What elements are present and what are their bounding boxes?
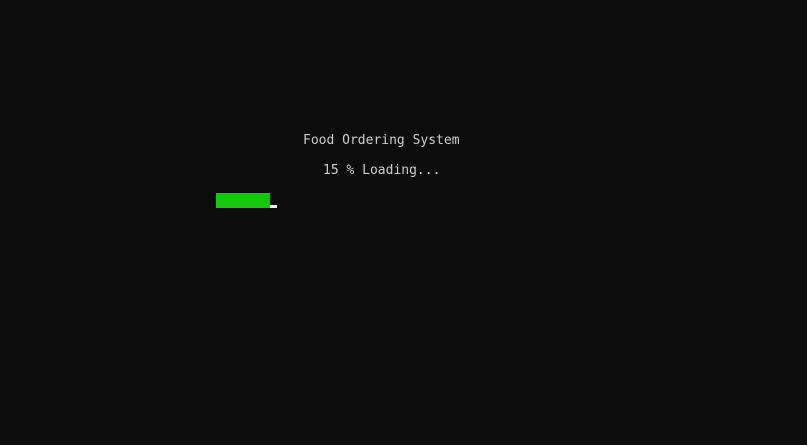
progress-bar-fill [216, 193, 270, 208]
console-window: Food Ordering System 15 % Loading... [0, 0, 807, 445]
text-cursor [270, 205, 277, 208]
app-title: Food Ordering System [303, 133, 460, 148]
loading-status: 15 % Loading... [323, 163, 441, 178]
